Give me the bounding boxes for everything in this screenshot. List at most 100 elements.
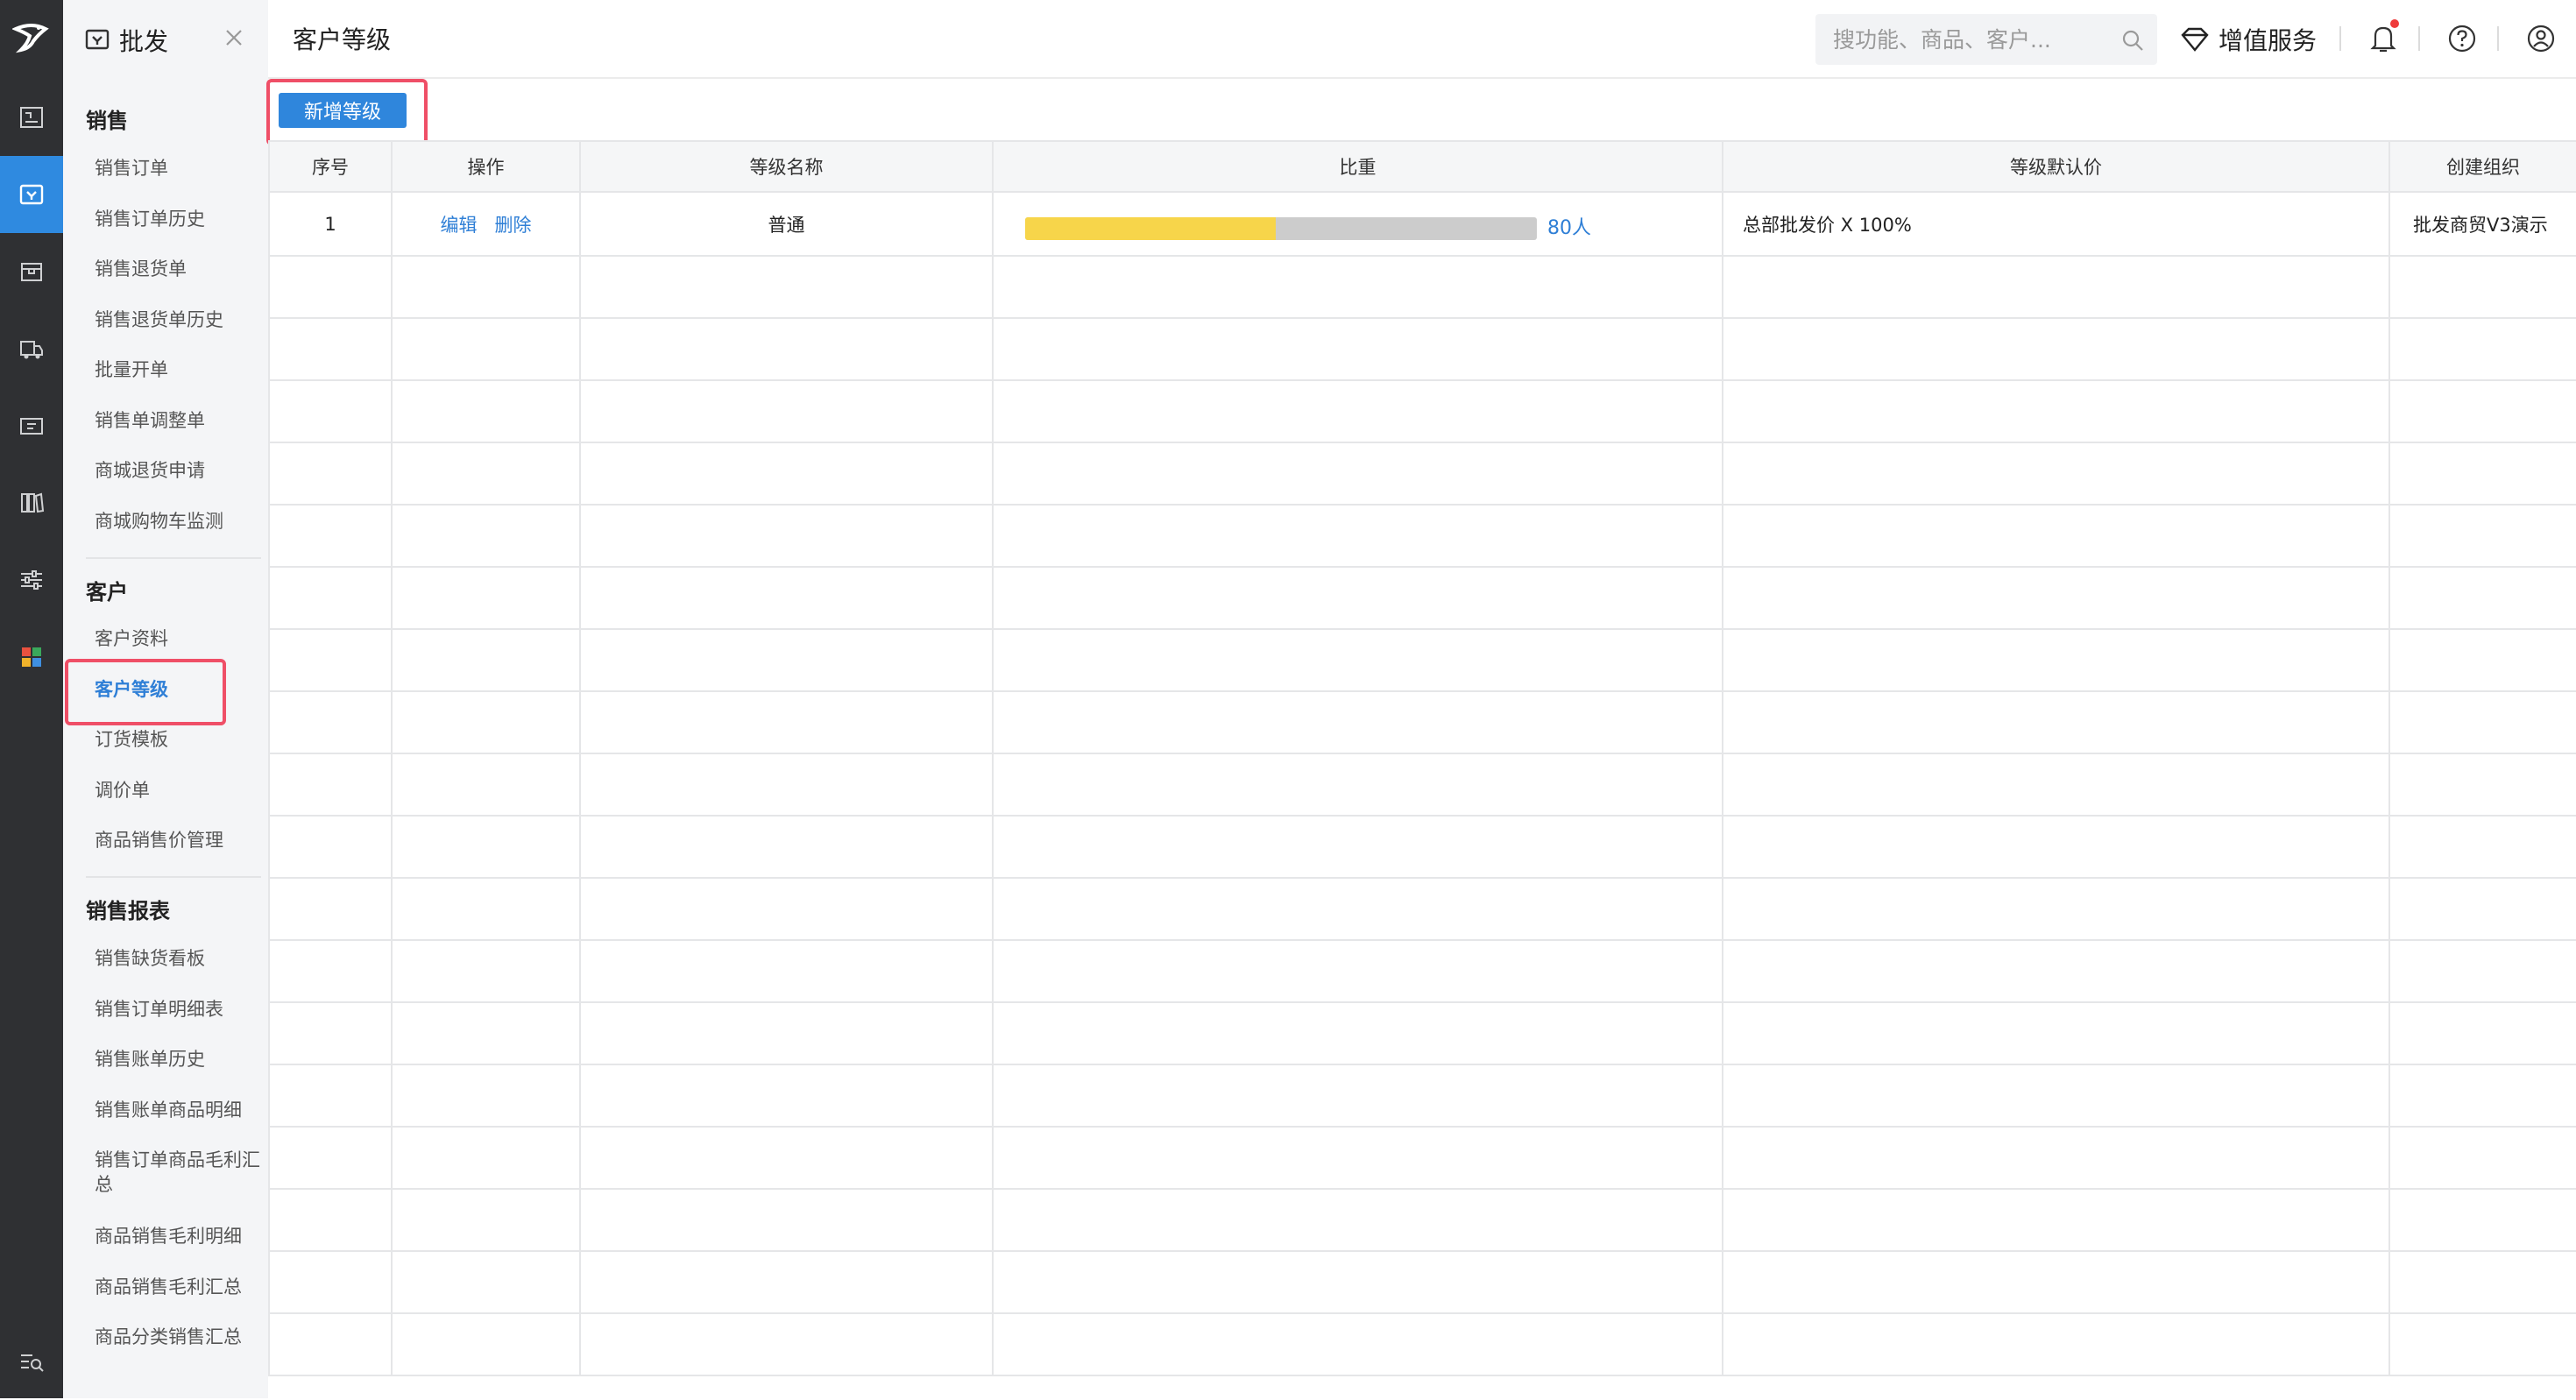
empty-cell	[268, 380, 393, 443]
empty-cell	[579, 442, 994, 506]
column-header-index[interactable]: 序号	[268, 140, 393, 193]
menu-item-order-template[interactable]: 订货模板	[95, 727, 261, 752]
empty-cell	[391, 1127, 581, 1190]
value-added-service[interactable]: 增值服务	[2180, 18, 2317, 61]
menu-item-stockout-board[interactable]: 销售缺货看板	[95, 946, 261, 971]
empty-cell	[992, 629, 1723, 692]
box-icon[interactable]	[0, 233, 63, 310]
empty-cell	[268, 878, 393, 941]
empty-cell	[268, 1002, 393, 1065]
library-icon[interactable]	[0, 464, 63, 541]
diamond-icon	[2181, 27, 2209, 52]
empty-cell	[579, 256, 994, 319]
column-header-org[interactable]: 创建组织	[2388, 140, 2576, 193]
column-header-ratio[interactable]: 比重	[992, 140, 1723, 193]
empty-cell	[2388, 691, 2576, 754]
menu-item-bill-goods-detail[interactable]: 销售账单商品明细	[95, 1098, 261, 1122]
icon-rail	[0, 0, 63, 1398]
bell-icon[interactable]	[2366, 19, 2401, 56]
ratio-count-link[interactable]: 80人	[1547, 212, 1591, 240]
empty-cell	[579, 816, 994, 879]
table-row-empty	[268, 691, 2576, 754]
menu-divider	[86, 557, 261, 559]
menu-item-sales-adjust[interactable]: 销售单调整单	[95, 408, 261, 433]
empty-cell	[391, 318, 581, 381]
menu-item-goods-margin-detail[interactable]: 商品销售毛利明细	[95, 1224, 261, 1248]
empty-cell	[391, 691, 581, 754]
empty-cell	[2388, 1251, 2576, 1314]
empty-cell	[268, 256, 393, 319]
global-search	[1815, 14, 2157, 65]
empty-cell	[992, 1064, 1723, 1128]
add-level-button[interactable]: 新增等级	[279, 93, 407, 128]
menu-item-category-summary[interactable]: 商品分类销售汇总	[95, 1325, 261, 1349]
empty-cell	[2388, 629, 2576, 692]
table-row-empty	[268, 1064, 2576, 1128]
column-header-level-name[interactable]: 等级名称	[579, 140, 994, 193]
search-input[interactable]	[1833, 14, 2113, 65]
table-row[interactable]: 1 编辑 删除 普通 80人 总部批发价 X 100% 批发商贸V3演示	[268, 192, 2576, 257]
menu-item-mall-return[interactable]: 商城退货申请	[95, 458, 261, 483]
empty-cell	[1722, 753, 2390, 817]
empty-cell	[992, 1251, 1723, 1314]
menu-item-order-detail[interactable]: 销售订单明细表	[95, 997, 261, 1022]
page-title: 客户等级	[293, 25, 392, 54]
menu-item-customer-level[interactable]: 客户等级	[95, 677, 261, 702]
separator	[2497, 26, 2499, 51]
menu-item-goods-margin-summary[interactable]: 商品销售毛利汇总	[95, 1275, 261, 1299]
edit-link[interactable]: 编辑	[440, 215, 477, 236]
menu-divider	[86, 876, 261, 878]
empty-cell	[579, 691, 994, 754]
apps-icon[interactable]	[0, 619, 63, 696]
menu-item-order-margin-summary[interactable]: 销售订单商品毛利汇总	[95, 1148, 261, 1197]
delete-link[interactable]: 删除	[495, 215, 532, 236]
menu-item-price-adjust[interactable]: 调价单	[95, 778, 261, 803]
empty-cell	[992, 816, 1723, 879]
menu-item-bill-history[interactable]: 销售账单历史	[95, 1047, 261, 1071]
empty-cell	[391, 567, 581, 630]
empty-cell	[992, 567, 1723, 630]
table-row-empty	[268, 1002, 2576, 1065]
menu-item-sales-return[interactable]: 销售退货单	[95, 257, 261, 281]
user-icon[interactable]	[2523, 21, 2558, 56]
sliders-icon[interactable]	[0, 541, 63, 619]
empty-cell	[1722, 505, 2390, 568]
close-icon[interactable]	[221, 25, 247, 51]
empty-cell	[1722, 442, 2390, 506]
empty-cell	[579, 753, 994, 817]
empty-cell	[2388, 1127, 2576, 1190]
menu-item-sales-return-history[interactable]: 销售退货单历史	[95, 308, 261, 332]
menu-item-customer-profile[interactable]: 客户资料	[95, 626, 261, 651]
search-list-icon[interactable]	[0, 1323, 63, 1400]
empty-cell	[992, 380, 1723, 443]
menu-item-sales-order-history[interactable]: 销售订单历史	[95, 207, 261, 231]
empty-cell	[579, 1189, 994, 1252]
empty-cell	[2388, 816, 2576, 879]
table-row-empty	[268, 505, 2576, 568]
menu-item-sale-price-mgmt[interactable]: 商品销售价管理	[95, 828, 261, 852]
help-icon[interactable]	[2445, 21, 2480, 56]
truck-icon[interactable]	[0, 310, 63, 387]
menu-item-batch-order[interactable]: 批量开单	[95, 357, 261, 382]
empty-cell	[2388, 318, 2576, 381]
ratio-bar-fill	[1025, 217, 1277, 240]
column-header-default-price[interactable]: 等级默认价	[1722, 140, 2390, 193]
menu-item-sales-order[interactable]: 销售订单	[95, 156, 261, 180]
menu-item-mall-cart-monitor[interactable]: 商城购物车监测	[95, 509, 261, 534]
empty-cell	[391, 380, 581, 443]
board-icon[interactable]	[0, 79, 63, 156]
ticket-icon[interactable]	[0, 387, 63, 464]
wholesale-icon[interactable]	[0, 156, 63, 233]
empty-cell	[579, 629, 994, 692]
empty-cell	[992, 318, 1723, 381]
empty-cell	[579, 1251, 994, 1314]
empty-cell	[579, 1064, 994, 1128]
logo-icon[interactable]	[0, 0, 63, 75]
column-header-actions[interactable]: 操作	[391, 140, 581, 193]
table-row-empty	[268, 1189, 2576, 1252]
empty-cell	[1722, 1127, 2390, 1190]
separator	[2339, 26, 2341, 51]
search-icon[interactable]	[2120, 28, 2145, 53]
empty-cell	[1722, 318, 2390, 381]
empty-cell	[2388, 1064, 2576, 1128]
